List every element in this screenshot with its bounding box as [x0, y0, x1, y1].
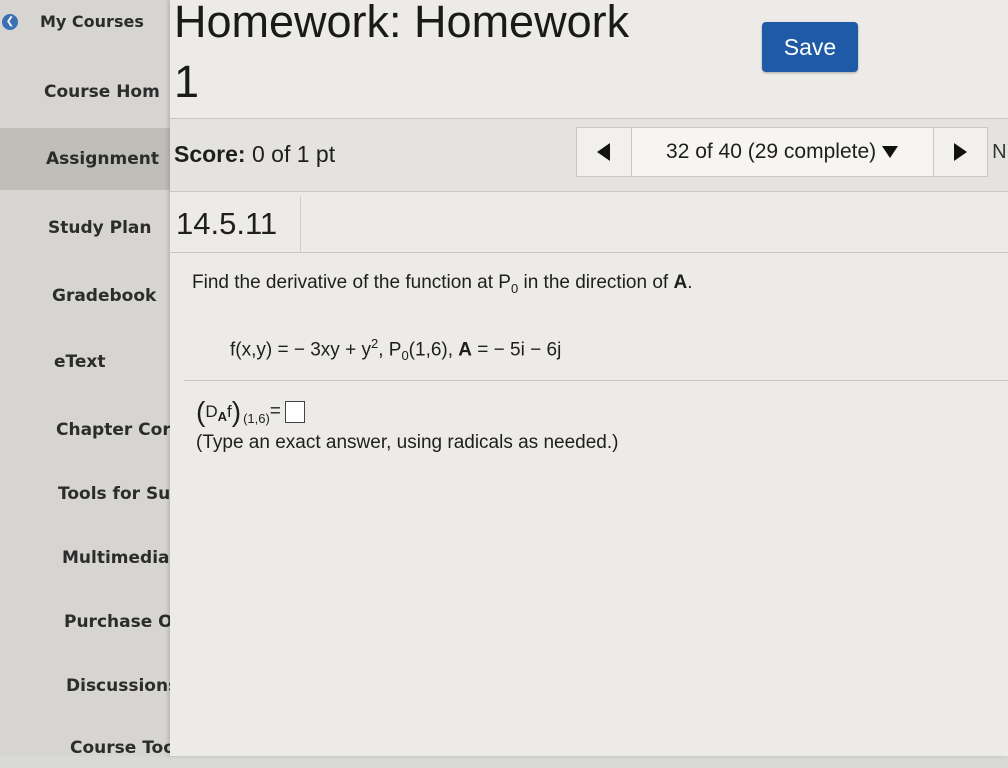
sidebar-item-label: Course Hom: [44, 82, 160, 102]
sidebar-item-label: My Courses: [40, 12, 144, 31]
score-label: Score:: [174, 141, 246, 167]
function-lhs: f(x,y) = − 3xy + y: [230, 339, 371, 361]
answer-d: D: [205, 402, 218, 421]
prompt-tail: in the direction of: [518, 272, 674, 293]
save-button[interactable]: Save: [762, 22, 858, 72]
next-item-edge[interactable]: N: [988, 127, 1008, 177]
answer-row: (D Af) (1,6) =: [196, 398, 305, 426]
sidebar: ❮ My Courses Course Hom Assignment Study…: [0, 0, 180, 758]
answer-point: (1,6): [243, 410, 270, 426]
point-label: , P: [378, 339, 402, 361]
sidebar-item-label: Gradebook: [52, 286, 157, 306]
prompt-text: Find the derivative of the function at P: [192, 272, 511, 293]
main-panel: Homework: Homework 1 Save Score: 0 of 1 …: [170, 0, 1008, 756]
sidebar-item-course-home[interactable]: Course Hom: [0, 72, 180, 112]
question-toolbar: Score: 0 of 1 pt 32 of 40 (29 complete) …: [170, 118, 1008, 192]
sidebar-item-label: Multimedia: [62, 548, 170, 568]
point-value: (1,6),: [408, 339, 459, 361]
sidebar-item-multimedia[interactable]: Multimedia: [0, 538, 180, 578]
sidebar-item-label: Assignment: [46, 149, 159, 169]
score-display: Score: 0 of 1 pt: [174, 141, 335, 168]
question-number: 14.5.11: [176, 206, 278, 241]
sidebar-item-tools-for-success[interactable]: Tools for Su: [0, 474, 180, 514]
divider: [170, 252, 1008, 253]
sidebar-item-gradebook[interactable]: Gradebook: [0, 276, 180, 316]
sidebar-item-chapter-contents[interactable]: Chapter Cor: [0, 410, 180, 450]
answer-hint: (Type an exact answer, using radicals as…: [196, 432, 619, 453]
question-number-box: 14.5.11: [170, 196, 301, 252]
sidebar-item-course-tools[interactable]: Course Tool: [0, 728, 180, 768]
question-selector-label: 32 of 40 (29 complete): [666, 140, 877, 163]
answer-a-sub: A: [217, 408, 227, 424]
caret-down-icon: [882, 146, 899, 159]
sidebar-item-label: eText: [54, 352, 106, 372]
sidebar-item-label: Course Tool: [70, 738, 180, 758]
sidebar-item-etext[interactable]: eText: [0, 342, 180, 382]
vector-value: = − 5i − 6j: [472, 339, 562, 361]
sidebar-item-discussions[interactable]: Discussions: [0, 666, 180, 706]
sidebar-item-assignments[interactable]: Assignment: [0, 128, 180, 190]
sidebar-item-label: Study Plan: [48, 218, 152, 238]
sidebar-item-study-plan[interactable]: Study Plan: [0, 208, 180, 248]
prompt-end: .: [687, 272, 693, 293]
answer-input[interactable]: [284, 401, 305, 423]
prompt-vector: A: [673, 272, 688, 293]
previous-question-button[interactable]: [576, 127, 632, 177]
question-selector-dropdown[interactable]: 32 of 40 (29 complete): [631, 127, 933, 177]
answer-paren-open: (: [196, 396, 206, 427]
answer-equals: =: [269, 401, 281, 422]
point-subscript: 0: [401, 348, 409, 364]
question-prompt: Find the derivative of the function at P…: [192, 272, 692, 296]
sidebar-item-my-courses[interactable]: My Courses: [0, 2, 180, 42]
page-title-line2: 1: [174, 56, 200, 107]
divider: [184, 380, 1008, 381]
triangle-right-icon: [953, 143, 967, 161]
sidebar-item-label: Chapter Cor: [56, 420, 171, 440]
sidebar-item-label: Purchase O: [64, 612, 173, 632]
score-value: 0 of 1 pt: [251, 141, 336, 167]
triangle-left-icon: [597, 143, 611, 161]
function-expression: f(x,y) = − 3xy + y2, P0(1,6), A = − 5i −…: [230, 336, 561, 363]
sidebar-item-label: Tools for Su: [58, 484, 171, 504]
answer-paren-close: ): [231, 396, 242, 427]
question-navigator: 32 of 40 (29 complete) N: [576, 127, 1008, 177]
next-question-button[interactable]: [932, 127, 989, 177]
page-title: Homework: Homework: [174, 0, 630, 47]
sidebar-item-label: Discussions: [66, 676, 179, 696]
sidebar-item-purchase-options[interactable]: Purchase O: [0, 602, 180, 642]
vector-label: A: [458, 339, 473, 361]
